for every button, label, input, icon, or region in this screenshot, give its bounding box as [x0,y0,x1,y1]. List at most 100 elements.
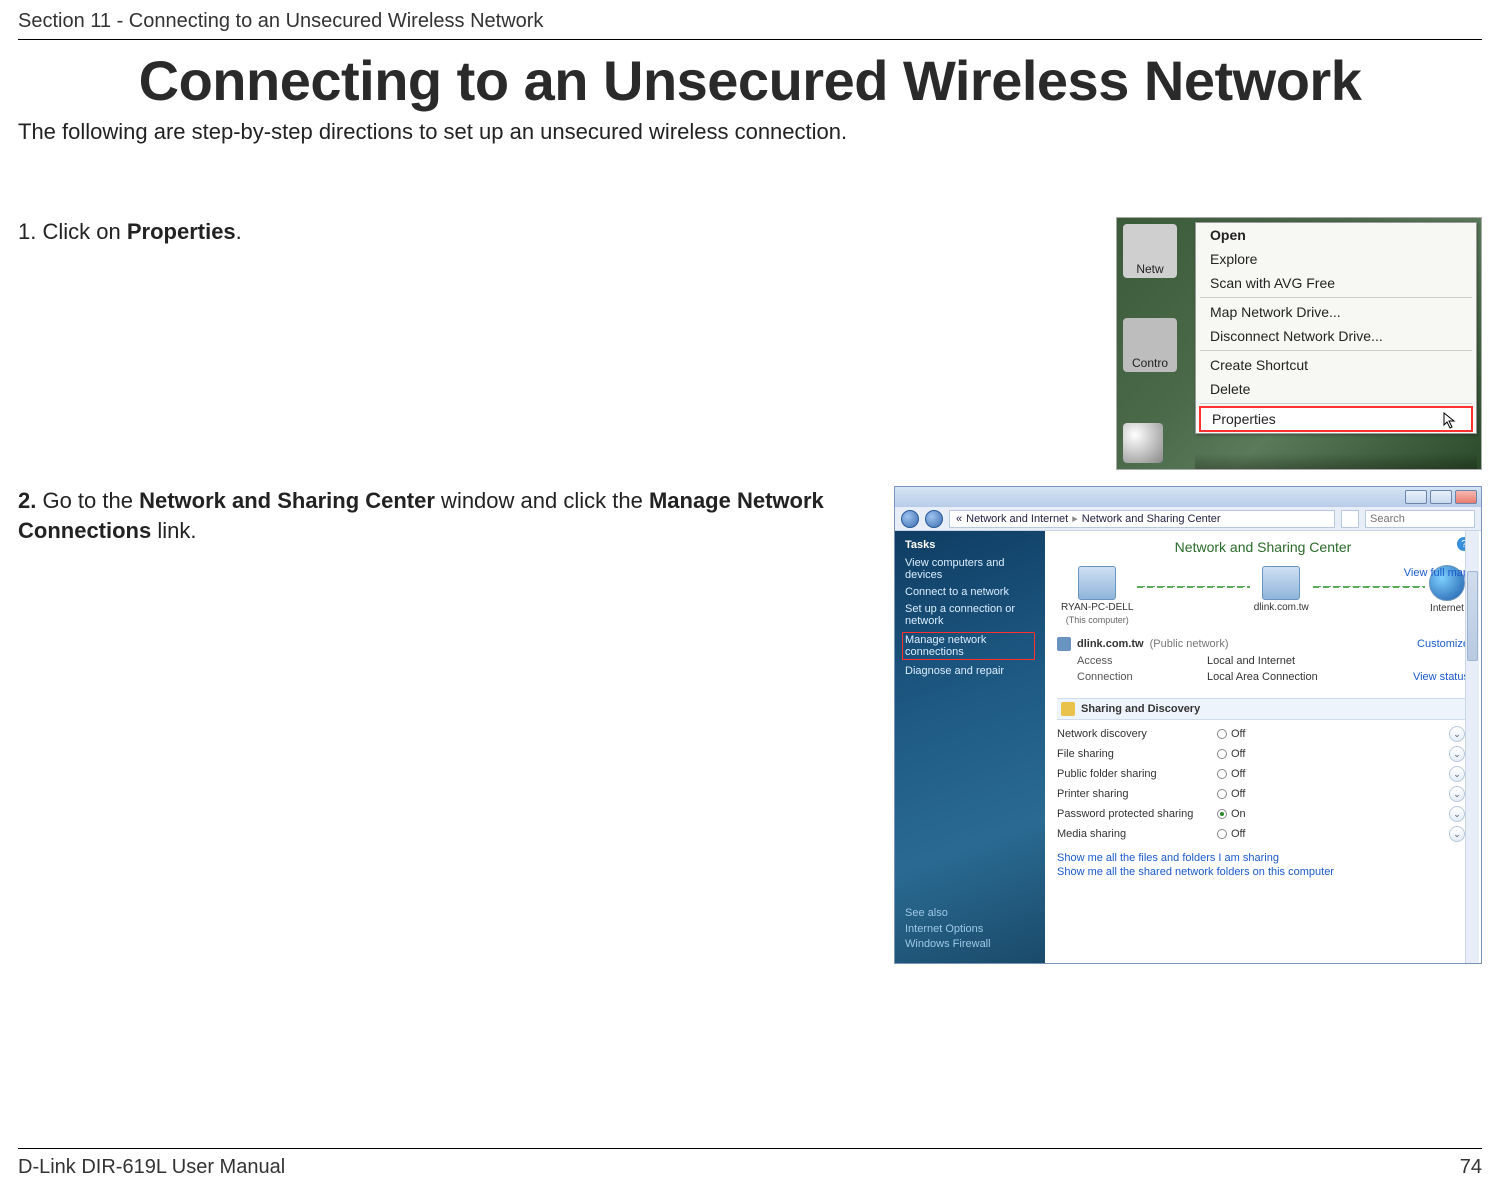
ctx-scan-avg[interactable]: Scan with AVG Free [1196,271,1476,295]
sd-media-sharing: Media sharing Off ⌄ [1057,824,1469,844]
page-footer: D-Link DIR-619L User Manual 74 [18,1156,1482,1179]
refresh-button[interactable] [1341,510,1359,528]
step-2-post: link. [151,518,196,543]
step-2-mid: window and click the [435,488,649,513]
intro-text: The following are step-by-step direction… [0,119,1500,145]
ctx-properties[interactable]: Properties [1199,406,1473,432]
network-entry-header: dlink.com.tw (Public network) Customize [1057,637,1469,651]
sd-pfs-value: Off [1231,768,1449,780]
expand-button[interactable]: ⌄ [1449,726,1465,742]
nsc-window: « Network and Internet ▸ Network and Sha… [894,486,1482,964]
step-2-num: 2. [18,488,36,513]
sd-file-sharing: File sharing Off ⌄ [1057,744,1469,764]
view-full-map-link[interactable]: View full map [1404,567,1469,579]
radio-icon [1217,829,1227,839]
breadcrumb[interactable]: « Network and Internet ▸ Network and Sha… [949,510,1335,528]
section-header: Section 11 - Connecting to an Unsecured … [0,0,1500,39]
search-input[interactable] [1365,510,1475,528]
see-also-windows-firewall[interactable]: Windows Firewall [905,938,1035,950]
radio-icon [1217,729,1227,739]
nsc-title: Network and Sharing Center [1057,539,1469,555]
step-2-pre: Go to the [36,488,139,513]
task-connect-network[interactable]: Connect to a network [905,586,1035,598]
footer-rule [18,1148,1482,1149]
tasks-heading: Tasks [905,539,1035,551]
radio-icon [1217,769,1227,779]
window-body: Tasks View computers and devices Connect… [895,531,1481,963]
maximize-button[interactable] [1430,490,1452,504]
ctx-explore[interactable]: Explore [1196,247,1476,271]
radio-icon [1217,749,1227,759]
link-line [1137,586,1249,588]
sharing-discovery-label: Sharing and Discovery [1081,703,1200,715]
sd-ms-label: Media sharing [1057,828,1217,840]
task-manage-connections[interactable]: Manage network connections [902,632,1035,660]
expand-button[interactable]: ⌄ [1449,766,1465,782]
show-files-link[interactable]: Show me all the files and folders I am s… [1057,852,1469,864]
node-internet-label: Internet [1430,603,1464,614]
expand-button[interactable]: ⌄ [1449,746,1465,762]
ctx-delete[interactable]: Delete [1196,377,1476,401]
sd-nd-value: Off [1231,728,1449,740]
sd-fs-value: Off [1231,748,1449,760]
router-icon [1262,566,1300,600]
see-also-section: See also Internet Options Windows Firewa… [905,907,1035,953]
cursor-icon [1443,412,1457,430]
node-pc-sublabel: (This computer) [1066,615,1129,625]
scrollbar-thumb[interactable] [1467,571,1478,661]
nav-forward-icon[interactable] [925,510,943,528]
minimize-button[interactable] [1405,490,1427,504]
close-button[interactable] [1455,490,1477,504]
ctx-disconnect-drive[interactable]: Disconnect Network Drive... [1196,324,1476,348]
sd-pps-label: Password protected sharing [1057,808,1217,820]
sd-fs-label: File sharing [1057,748,1217,760]
task-view-computers[interactable]: View computers and devices [905,557,1035,581]
ctx-separator [1200,297,1472,298]
breadcrumb-sep-icon: ▸ [1072,512,1078,525]
sd-printer-sharing: Printer sharing Off ⌄ [1057,784,1469,804]
sd-ps-value: Off [1231,788,1449,800]
nav-back-icon[interactable] [901,510,919,528]
show-folders-link[interactable]: Show me all the shared network folders o… [1057,866,1469,878]
expand-button[interactable]: ⌄ [1449,826,1465,842]
sd-pfs-label: Public folder sharing [1057,768,1217,780]
node-router: dlink.com.tw [1254,566,1309,625]
see-also-internet-options[interactable]: Internet Options [905,923,1035,935]
ctx-create-shortcut[interactable]: Create Shortcut [1196,353,1476,377]
recycle-bin-icon [1123,423,1163,463]
breadcrumb-chevron-icon: « [956,513,962,525]
sd-password-protected-sharing: Password protected sharing On ⌄ [1057,804,1469,824]
step-2-bold1: Network and Sharing Center [139,488,435,513]
task-setup-connection[interactable]: Set up a connection or network [905,603,1035,627]
page-title: Connecting to an Unsecured Wireless Netw… [0,40,1500,119]
figure-context-menu: Netw Contro Open Explore Scan with AVG F… [1116,217,1482,470]
customize-link[interactable]: Customize [1417,638,1469,650]
footer-page-number: 74 [1460,1156,1482,1179]
step-1-bold: Properties [127,219,236,244]
expand-button[interactable]: ⌄ [1449,806,1465,822]
context-menu: Open Explore Scan with AVG Free Map Netw… [1195,222,1477,434]
radio-on-icon [1217,809,1227,819]
view-status-link[interactable]: View status [1413,671,1469,683]
ctx-separator [1200,403,1472,404]
breadcrumb-seg1: Network and Internet [966,513,1068,525]
ctx-map-drive[interactable]: Map Network Drive... [1196,300,1476,324]
footer-manual-name: D-Link DIR-619L User Manual [18,1156,285,1179]
expand-button[interactable]: ⌄ [1449,786,1465,802]
node-router-label: dlink.com.tw [1254,602,1309,613]
network-details: Access Local and Internet Connection Loc… [1077,655,1469,683]
sd-nd-label: Network discovery [1057,728,1217,740]
scrollbar[interactable] [1465,531,1479,963]
network-desktop-icon: Netw [1123,224,1177,278]
radio-icon [1217,789,1227,799]
ctx-open[interactable]: Open [1196,223,1476,247]
figure-nsc-window: « Network and Internet ▸ Network and Sha… [894,486,1482,964]
node-pc-label: RYAN-PC-DELL [1061,602,1133,613]
sharing-discovery-table: Network discovery Off ⌄ File sharing Off… [1057,724,1469,844]
step-2-text: 2. Go to the Network and Sharing Center … [18,486,870,545]
spacer [1280,615,1283,625]
step-1-text: 1. Click on Properties. [18,217,1092,470]
sd-ps-label: Printer sharing [1057,788,1217,800]
task-diagnose-repair[interactable]: Diagnose and repair [905,665,1035,677]
show-me-links: Show me all the files and folders I am s… [1057,852,1469,878]
